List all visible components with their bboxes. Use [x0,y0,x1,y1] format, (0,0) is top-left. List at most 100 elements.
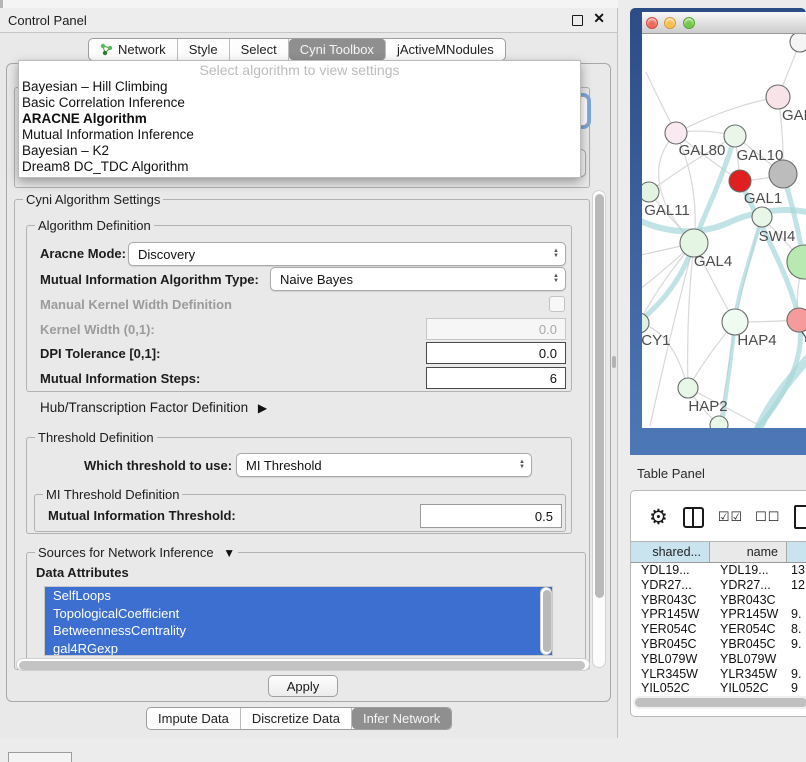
table-row[interactable]: YLR345WYLR345W9. [631,667,806,682]
network-node-gal10[interactable] [724,125,746,147]
table-cell: YDL19... [710,563,787,578]
column-header-name[interactable]: name [710,542,787,562]
attribute-item-betweennesscentrality[interactable]: BetweennessCentrality [45,622,552,640]
zoom-window-icon[interactable] [683,17,695,29]
table-row[interactable]: YPR145WYPR145W9. [631,607,806,622]
hub-factor-label: Hub/Transcription Factor Definition [40,400,248,415]
table-row[interactable]: YBL079WYBL079W [631,652,806,667]
column-header-shared[interactable]: shared... [631,542,710,562]
network-node-node-partial-top[interactable] [790,34,806,52]
tab-label: Select [241,42,277,57]
network-node-label-hap4: HAP4 [737,332,776,349]
mi-type-combo[interactable]: Naive Bayes ▲▼ [270,267,566,291]
popup-item-basic-correlation-inference[interactable]: Basic Correlation Inference [19,95,580,111]
popup-item-aracne-algorithm[interactable]: ARACNE Algorithm [19,111,580,127]
minimize-window-icon[interactable] [664,17,676,29]
tab-network[interactable]: Network [89,39,178,60]
select-all-checks-icon[interactable]: ☑☑ [718,509,743,525]
threshold-definition-title: Threshold Definition [35,430,157,445]
network-node-gal11[interactable] [642,182,659,202]
table-cell: YPR145W [710,607,787,622]
attribute-item-selfloops[interactable]: SelfLoops [45,587,552,605]
network-node-gal80[interactable] [665,122,687,144]
network-node-label-gal10: GAL10 [737,147,784,164]
table-row[interactable]: YDR27...YDR27...12 [631,578,806,593]
close-window-icon[interactable] [646,17,658,29]
network-node-node-gray[interactable] [769,160,797,188]
table-cell [787,593,806,608]
table-row[interactable]: YDL19...YDL19...13 [631,563,806,578]
popup-item-dream8-dc-tdc-algorithm[interactable]: Dream8 DC_TDC Algorithm [19,159,580,175]
close-panel-icon[interactable]: ✕ [593,10,605,27]
corner-mark [0,0,3,8]
tab-style[interactable]: Style [178,39,230,60]
deselect-all-checks-icon[interactable]: ☐☐ [755,509,780,525]
top-strip [0,0,618,8]
float-window-icon[interactable] [572,15,583,26]
network-node-gal1[interactable] [729,170,751,192]
table-panel: ⚙ ☑☑ ☐☐ shared...name YDL19...YDL19...13… [630,490,806,717]
settings-horizontal-scrollbar[interactable] [16,658,590,671]
aracne-mode-combo[interactable]: Discovery ▲▼ [128,242,566,266]
table-row[interactable]: YBR045CYBR045C9. [631,637,806,652]
network-window-titlebar[interactable] [642,12,806,34]
partial-bottom-button[interactable] [8,752,72,762]
table-row[interactable]: YER054CYER054C8. [631,622,806,637]
popup-item-mutual-information-inference[interactable]: Mutual Information Inference [19,127,580,143]
column-header-2[interactable] [787,542,806,562]
column-layout-icon[interactable] [683,507,704,528]
mi-type-label: Mutual Information Algorithm Type: [40,272,259,287]
hub-factor-section[interactable]: Hub/Transcription Factor Definition ▶ [40,400,267,415]
algorithm-popup: Select algorithm to view settings Bayesi… [18,60,581,178]
tab-impute-data[interactable]: Impute Data [147,708,241,729]
combo-stepper-icon: ▲▼ [553,274,565,284]
page-icon[interactable] [794,505,806,529]
tab-cyni-toolbox[interactable]: Cyni Toolbox [289,39,386,60]
network-graph[interactable]: GALGAL80GAL10GAL1GAL11SWI4GAL4GCY1HAP4YH… [642,34,806,428]
expand-collapsed-icon[interactable]: ▶ [258,401,267,415]
which-threshold-combo[interactable]: MI Threshold ▲▼ [236,453,532,477]
network-edge-thick [758,352,806,428]
expand-expanded-icon[interactable]: ▼ [223,546,235,560]
data-attributes-list[interactable]: SelfLoopsTopologicalCoefficientBetweenne… [44,586,553,656]
control-panel-titlebar: Control Panel ✕ [0,8,617,33]
table-cell: 9 [787,681,806,696]
mi-threshold-input[interactable]: 0.5 [420,504,562,528]
attributes-scrollbar[interactable] [540,587,552,655]
network-node-hap2[interactable] [678,378,698,398]
settings-vertical-scrollbar[interactable] [592,190,606,668]
network-node-node-pink-upper[interactable] [766,85,790,109]
mi-threshold-definition-title: MI Threshold Definition [43,487,182,502]
network-node-node-partial-bottom[interactable] [710,416,728,428]
sources-title[interactable]: Sources for Network Inference ▼ [35,545,238,560]
mi-steps-input[interactable]: 6 [426,367,566,389]
table-row[interactable]: YIL052CYIL052C9 [631,681,806,696]
network-node-label-y: Y [801,329,806,346]
table-cell: 9. [787,607,806,622]
attribute-item-topologicalcoefficient[interactable]: TopologicalCoefficient [45,605,552,623]
network-canvas[interactable]: GALGAL80GAL10GAL1GAL11SWI4GAL4GCY1HAP4YH… [642,34,806,428]
attribute-item-gal4rgexp[interactable]: gal4RGexp [45,640,552,657]
app-root: Control Panel ✕ NetworkStyle Select Cyni T… [0,0,806,762]
network-node-label-gal80: GAL80 [679,142,726,159]
panel-splitter-handle[interactable] [612,356,616,368]
kernel-width-label: Kernel Width (0,1): [40,322,155,337]
table-row[interactable]: YBR043CYBR043C [631,593,806,608]
settings-gear-icon[interactable]: ⚙ [649,505,668,530]
tab-jactivemnodules[interactable]: jActiveMNodules [386,39,505,60]
tab-select[interactable]: Select [230,39,289,60]
table-panel-title: Table Panel [637,466,705,481]
table-cell: YIL052C [710,681,787,696]
manual-kernel-checkbox[interactable] [549,296,565,312]
tab-label: jActiveMNodules [397,42,494,57]
table-horizontal-scrollbar[interactable] [633,696,806,709]
network-node-swi4[interactable] [752,207,772,227]
network-node-node-green-large[interactable] [787,245,806,279]
popup-item-bayesian-hill-climbing[interactable]: Bayesian – Hill Climbing [19,79,580,95]
dpi-tolerance-input[interactable]: 0.0 [426,342,566,364]
tab-infer-network[interactable]: Infer Network [352,708,451,729]
popup-item-bayesian-k2[interactable]: Bayesian – K2 [19,143,580,159]
apply-button[interactable]: Apply [268,675,338,697]
algorithm-definition-title: Algorithm Definition [35,218,154,233]
tab-discretize-data[interactable]: Discretize Data [241,708,352,729]
